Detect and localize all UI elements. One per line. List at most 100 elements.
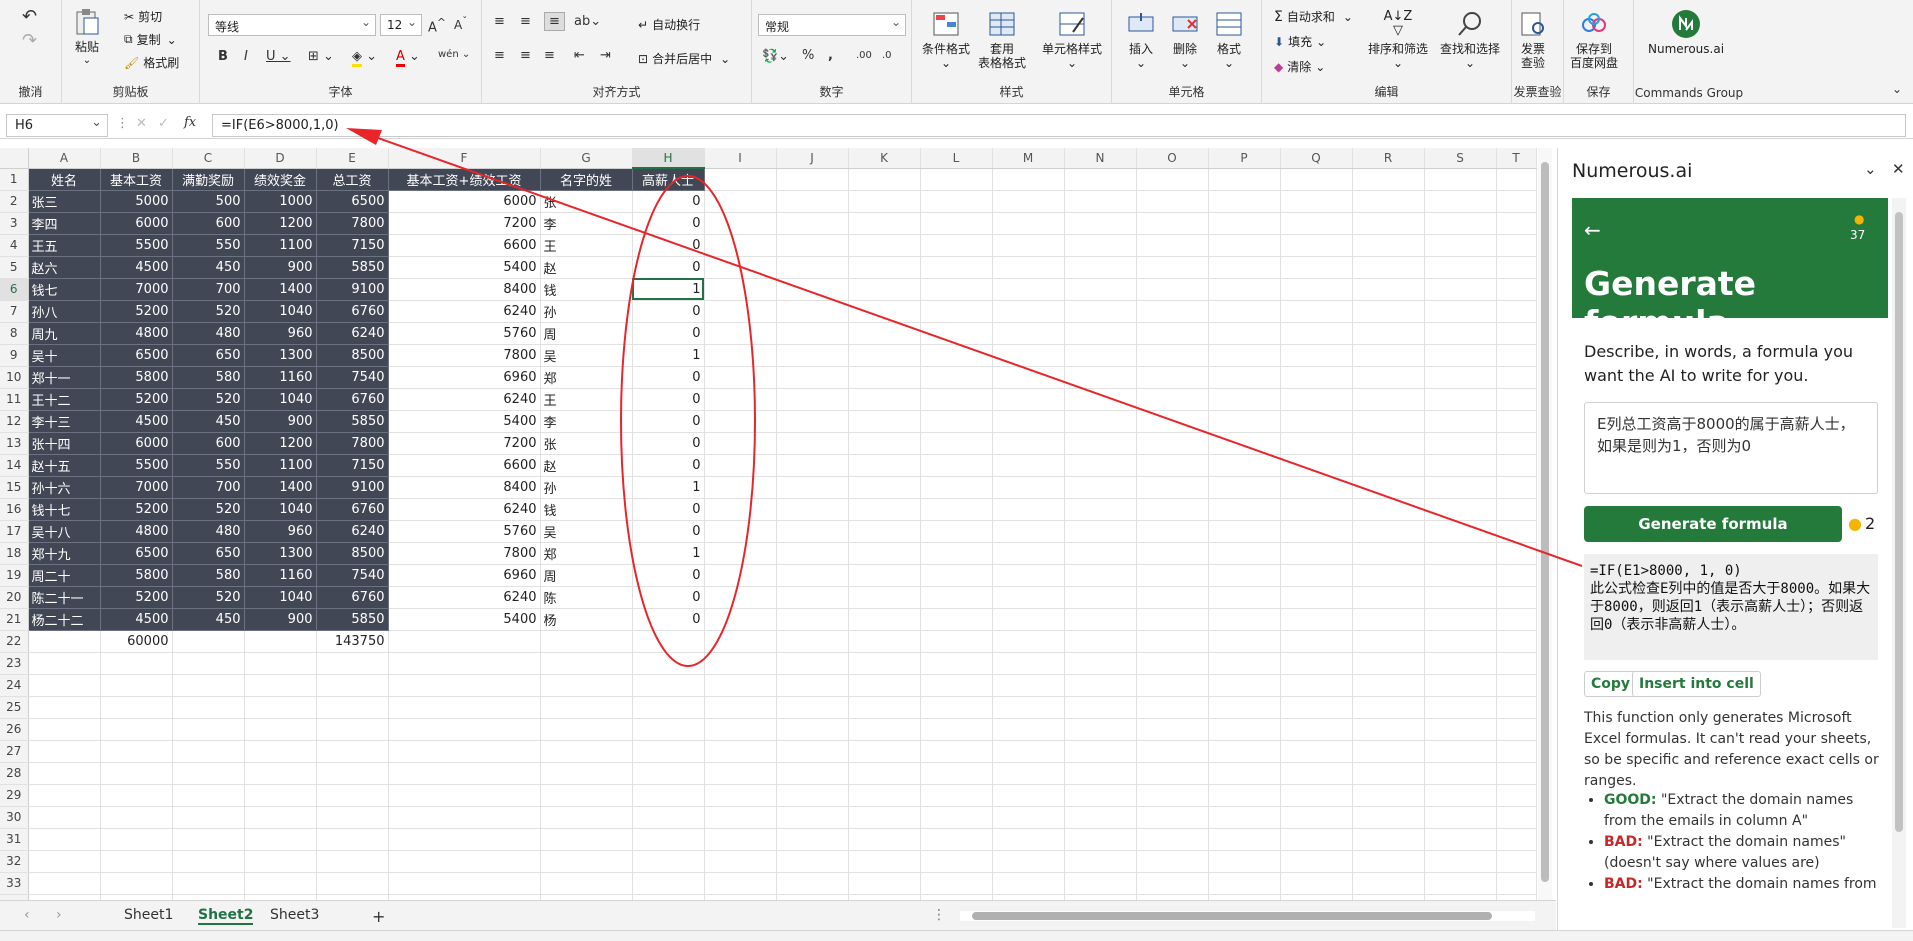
cell[interactable] bbox=[704, 674, 777, 697]
cell[interactable]: 0 bbox=[632, 300, 705, 323]
cell[interactable] bbox=[848, 740, 921, 763]
cell[interactable]: 周二十 bbox=[28, 564, 101, 587]
cell[interactable] bbox=[1496, 718, 1537, 741]
cell[interactable] bbox=[1352, 454, 1425, 477]
cell[interactable] bbox=[172, 674, 245, 697]
cell[interactable] bbox=[1064, 212, 1137, 235]
cell[interactable] bbox=[1280, 520, 1353, 543]
cell[interactable] bbox=[244, 696, 317, 719]
cell[interactable] bbox=[776, 586, 849, 609]
cell[interactable] bbox=[1352, 674, 1425, 697]
cell[interactable] bbox=[100, 696, 173, 719]
cell[interactable] bbox=[632, 872, 705, 895]
cell[interactable] bbox=[1424, 740, 1497, 763]
column-header[interactable]: K bbox=[848, 148, 921, 169]
cell[interactable] bbox=[1424, 696, 1497, 719]
paste-button[interactable]: 粘贴 ⌄ bbox=[72, 8, 102, 68]
cell[interactable]: 周 bbox=[540, 322, 633, 345]
cell[interactable] bbox=[1496, 740, 1537, 763]
cell[interactable] bbox=[1064, 388, 1137, 411]
cell[interactable] bbox=[1496, 674, 1537, 697]
cell[interactable] bbox=[172, 740, 245, 763]
worksheet-grid[interactable]: A B C D E F G H I J K L M N O P Q R S T 1 姓名 基本工资 满勤奖励 绩效奖金 总工资 基本… bbox=[0, 148, 1556, 900]
cell[interactable] bbox=[704, 850, 777, 873]
cell[interactable]: 7800 bbox=[316, 432, 389, 455]
cell[interactable] bbox=[920, 762, 993, 785]
cell[interactable] bbox=[100, 828, 173, 851]
horizontal-scrollbar[interactable] bbox=[960, 911, 1535, 921]
cell[interactable]: 60000 bbox=[100, 630, 173, 653]
cell[interactable] bbox=[316, 718, 389, 741]
cell[interactable] bbox=[172, 806, 245, 829]
cell[interactable] bbox=[1496, 630, 1537, 653]
cell[interactable]: 1040 bbox=[244, 388, 317, 411]
cell[interactable] bbox=[776, 718, 849, 741]
cell[interactable] bbox=[704, 828, 777, 851]
cell[interactable]: 5200 bbox=[100, 300, 173, 323]
cell[interactable] bbox=[920, 454, 993, 477]
cell[interactable]: 张 bbox=[540, 432, 633, 455]
cell[interactable] bbox=[848, 652, 921, 675]
cell[interactable]: 550 bbox=[172, 234, 245, 257]
cell[interactable]: 520 bbox=[172, 498, 245, 521]
cell[interactable] bbox=[776, 168, 849, 191]
row-header[interactable]: 25 bbox=[0, 696, 29, 719]
cell[interactable] bbox=[992, 344, 1065, 367]
cell[interactable] bbox=[992, 784, 1065, 807]
cell[interactable] bbox=[1280, 850, 1353, 873]
cell[interactable] bbox=[776, 190, 849, 213]
pane-options-icon[interactable]: ⌄ bbox=[1864, 160, 1877, 178]
cell[interactable]: 5800 bbox=[100, 564, 173, 587]
cell[interactable] bbox=[1208, 344, 1281, 367]
cell[interactable] bbox=[1136, 828, 1209, 851]
cell[interactable] bbox=[1424, 322, 1497, 345]
cell[interactable]: 900 bbox=[244, 410, 317, 433]
cell[interactable] bbox=[1208, 256, 1281, 279]
cell[interactable]: 赵 bbox=[540, 256, 633, 279]
cell[interactable] bbox=[992, 168, 1065, 191]
back-arrow-icon[interactable]: ← bbox=[1584, 218, 1601, 242]
cell[interactable]: 周 bbox=[540, 564, 633, 587]
cell[interactable] bbox=[1064, 762, 1137, 785]
cell[interactable] bbox=[1496, 828, 1537, 851]
cell[interactable] bbox=[1496, 432, 1537, 455]
cell[interactable] bbox=[1064, 542, 1137, 565]
cell[interactable] bbox=[848, 168, 921, 191]
cell[interactable] bbox=[1424, 300, 1497, 323]
cell[interactable]: 960 bbox=[244, 322, 317, 345]
generate-formula-button[interactable]: Generate formula bbox=[1584, 506, 1842, 542]
cell[interactable]: 5500 bbox=[100, 454, 173, 477]
cell[interactable] bbox=[848, 432, 921, 455]
row-header[interactable]: 26 bbox=[0, 718, 29, 741]
cell[interactable] bbox=[704, 872, 777, 895]
cell[interactable]: 基本工资+绩效工资 bbox=[388, 168, 541, 191]
cell[interactable]: 郑十一 bbox=[28, 366, 101, 389]
cell[interactable]: 1 bbox=[632, 542, 705, 565]
cell[interactable] bbox=[28, 718, 101, 741]
cell[interactable] bbox=[1136, 806, 1209, 829]
cell[interactable] bbox=[1280, 828, 1353, 851]
cell[interactable] bbox=[100, 872, 173, 895]
cell[interactable]: 钱 bbox=[540, 278, 633, 301]
cell[interactable] bbox=[1064, 476, 1137, 499]
cell[interactable]: 杨二十二 bbox=[28, 608, 101, 631]
cell[interactable]: 孙十六 bbox=[28, 476, 101, 499]
cell[interactable] bbox=[244, 828, 317, 851]
cell[interactable]: 0 bbox=[632, 432, 705, 455]
cell[interactable] bbox=[28, 806, 101, 829]
row-header[interactable]: 14 bbox=[0, 454, 29, 477]
row-header[interactable]: 7 bbox=[0, 300, 29, 323]
cell[interactable] bbox=[1136, 190, 1209, 213]
cell[interactable] bbox=[920, 718, 993, 741]
column-header[interactable]: G bbox=[540, 148, 633, 169]
cell[interactable] bbox=[848, 696, 921, 719]
cell[interactable] bbox=[920, 234, 993, 257]
cell[interactable] bbox=[1280, 344, 1353, 367]
cell[interactable] bbox=[388, 806, 541, 829]
column-header[interactable]: B bbox=[100, 148, 173, 169]
increase-indent-icon[interactable]: ⇥ bbox=[600, 48, 611, 63]
cell[interactable] bbox=[1064, 190, 1137, 213]
row-header[interactable]: 20 bbox=[0, 586, 29, 609]
cell[interactable] bbox=[1136, 762, 1209, 785]
delete-button[interactable]: 删除 ⌄ bbox=[1170, 10, 1200, 70]
